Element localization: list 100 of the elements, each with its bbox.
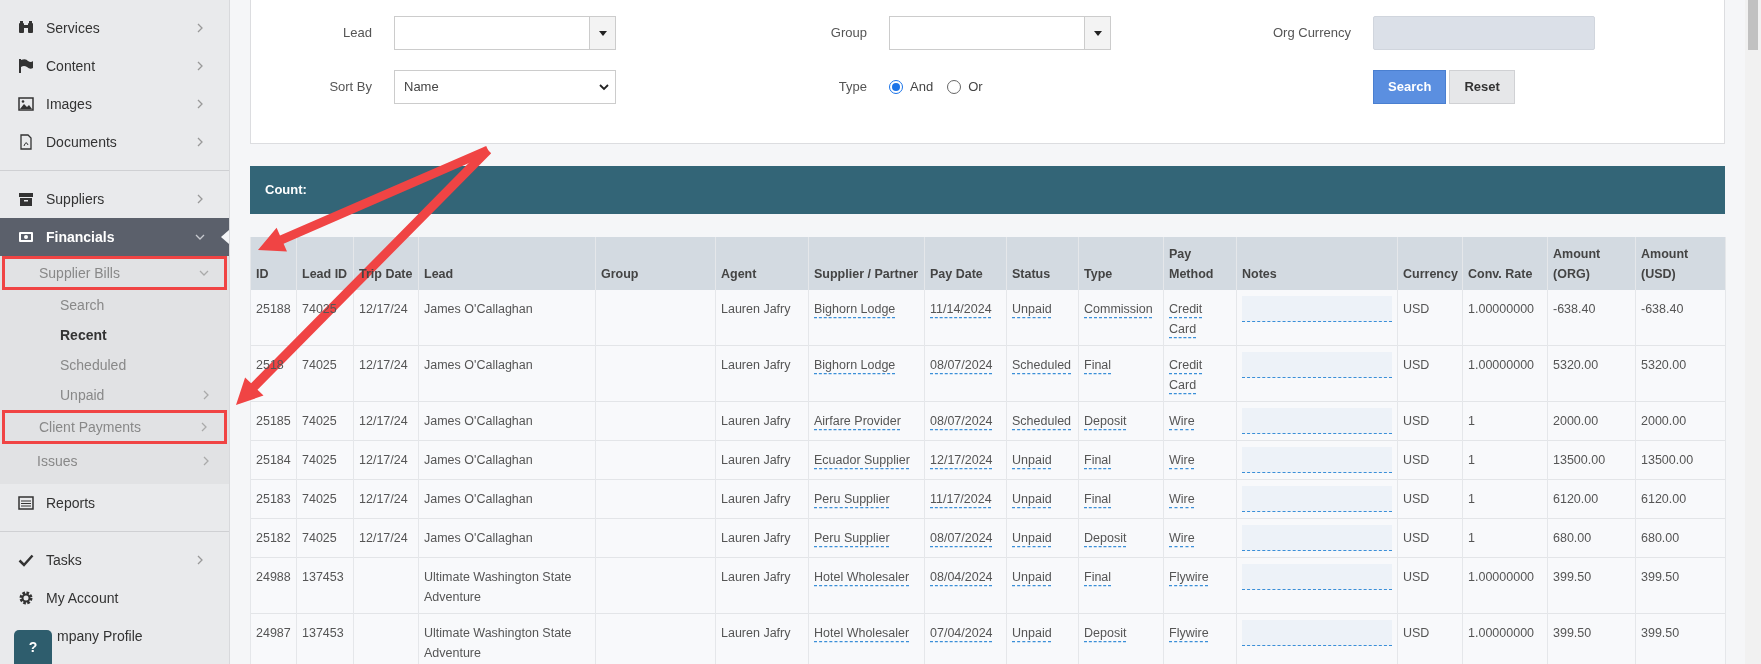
table-cell: 1 bbox=[1462, 401, 1548, 441]
caret-icon bbox=[598, 30, 607, 36]
dropdown-field[interactable] bbox=[394, 16, 616, 50]
sidebar-item[interactable]: Suppliers bbox=[0, 180, 229, 218]
table-cell: Lauren Jafry bbox=[715, 290, 809, 346]
editable-link[interactable]: 08/04/2024 bbox=[930, 567, 993, 587]
editable-link[interactable]: Wire bbox=[1169, 450, 1195, 470]
editable-link[interactable]: Hotel Wholesaler bbox=[814, 623, 910, 643]
table-cell: James O'Callaghan bbox=[418, 440, 596, 480]
table-cell: James O'Callaghan bbox=[418, 479, 596, 519]
chevron-down-icon bbox=[195, 232, 205, 242]
editable-link[interactable]: Unpaid bbox=[1012, 567, 1052, 587]
editable-link[interactable]: Hotel Wholesaler bbox=[814, 567, 910, 587]
table-cell: 1.00000000 bbox=[1462, 290, 1548, 346]
notes-field[interactable] bbox=[1242, 408, 1392, 434]
field-label: Group bbox=[829, 24, 868, 43]
table-cell: Ultimate Washington State Adventure bbox=[418, 613, 596, 664]
editable-link[interactable]: 08/07/2024 bbox=[930, 411, 993, 431]
sidebar-item[interactable]: Tasks bbox=[0, 541, 229, 579]
sidebar-item[interactable]: Financials bbox=[0, 218, 229, 256]
editable-link[interactable]: Credit Card bbox=[1169, 355, 1231, 395]
notes-field[interactable] bbox=[1242, 352, 1392, 378]
chevron-right-icon bbox=[195, 99, 205, 109]
submenu-item[interactable]: Recent bbox=[0, 320, 229, 350]
notes-field[interactable] bbox=[1242, 296, 1392, 322]
editable-link[interactable]: 11/17/2024 bbox=[930, 489, 992, 509]
table-cell: 25184 bbox=[250, 440, 297, 480]
chevron-right-icon bbox=[201, 390, 211, 400]
table-cell: 6120.00 bbox=[1635, 479, 1726, 519]
editable-link[interactable]: Flywire bbox=[1169, 623, 1209, 643]
sort-select[interactable]: Name bbox=[394, 70, 616, 104]
notes-field[interactable] bbox=[1242, 564, 1392, 590]
notes-field[interactable] bbox=[1242, 525, 1392, 551]
editable-link[interactable]: 08/07/2024 bbox=[930, 355, 993, 375]
editable-link[interactable]: Final bbox=[1084, 489, 1112, 509]
reset-button[interactable]: Reset bbox=[1449, 70, 1515, 104]
editable-link[interactable]: Deposit bbox=[1084, 623, 1127, 643]
sidebar-item[interactable]: Documents bbox=[0, 123, 229, 161]
dropdown-field[interactable] bbox=[889, 16, 1111, 50]
field-label: Type bbox=[837, 78, 868, 97]
editable-link[interactable]: 07/04/2024 bbox=[930, 623, 993, 643]
editable-link[interactable]: Scheduled bbox=[1012, 355, 1072, 375]
table-cell: USD bbox=[1397, 345, 1463, 402]
editable-link[interactable]: 12/17/2024 bbox=[930, 450, 993, 470]
editable-link[interactable]: Unpaid bbox=[1012, 489, 1052, 509]
sidebar-item[interactable]: Images bbox=[0, 85, 229, 123]
sidebar-item[interactable]: Services bbox=[0, 9, 229, 47]
table-cell: 399.50 bbox=[1547, 557, 1636, 614]
editable-link[interactable]: Bighorn Lodge bbox=[814, 299, 896, 319]
table-cell: Lauren Jafry bbox=[715, 479, 809, 519]
editable-link[interactable]: 08/07/2024 bbox=[930, 528, 993, 548]
editable-link[interactable]: Unpaid bbox=[1012, 299, 1052, 319]
editable-link[interactable]: Ecuador Supplier bbox=[814, 450, 910, 470]
sidebar-item[interactable]: Content bbox=[0, 47, 229, 85]
chevron-right-icon bbox=[195, 61, 205, 71]
editable-link[interactable]: Bighorn Lodge bbox=[814, 355, 896, 375]
chevron-right-icon bbox=[201, 456, 211, 466]
table-cell: 2000.00 bbox=[1547, 401, 1636, 441]
notes-field[interactable] bbox=[1242, 447, 1392, 473]
table-cell: Lauren Jafry bbox=[715, 440, 809, 480]
table-cell: 25183 bbox=[250, 479, 297, 519]
table-cell: Lauren Jafry bbox=[715, 345, 809, 402]
scrollbar[interactable] bbox=[1745, 0, 1761, 664]
editable-link[interactable]: Wire bbox=[1169, 489, 1195, 509]
help-button[interactable]: ? bbox=[14, 630, 52, 664]
editable-link[interactable]: Scheduled bbox=[1012, 411, 1072, 431]
notes-field[interactable] bbox=[1242, 486, 1392, 512]
sidebar-item[interactable]: Reports bbox=[0, 484, 229, 522]
notes-field[interactable] bbox=[1242, 620, 1392, 646]
editable-link[interactable]: Unpaid bbox=[1012, 623, 1052, 643]
table-cell: 6120.00 bbox=[1547, 479, 1636, 519]
radio-label[interactable]: And bbox=[910, 77, 934, 97]
editable-link[interactable]: Credit Card bbox=[1169, 299, 1231, 339]
editable-link[interactable]: 11/14/2024 bbox=[930, 299, 992, 319]
radio-label[interactable]: Or bbox=[968, 77, 983, 97]
count-label: Count: bbox=[265, 181, 307, 200]
editable-link[interactable]: Deposit bbox=[1084, 411, 1127, 431]
editable-link[interactable]: Wire bbox=[1169, 528, 1195, 548]
editable-link[interactable]: Commission bbox=[1084, 299, 1153, 319]
chevron-down-icon bbox=[599, 83, 609, 91]
editable-link[interactable]: Flywire bbox=[1169, 567, 1209, 587]
currency-field[interactable] bbox=[1373, 16, 1595, 50]
editable-link[interactable]: Final bbox=[1084, 450, 1112, 470]
table-cell: 1 bbox=[1462, 518, 1548, 558]
table-cell: 1.00000000 bbox=[1462, 557, 1548, 614]
chevron-right-icon bbox=[199, 422, 209, 432]
sidebar-item[interactable]: mpany Profile bbox=[57, 617, 229, 655]
editable-link[interactable]: Peru Supplier bbox=[814, 489, 890, 509]
editable-link[interactable]: Wire bbox=[1169, 411, 1195, 431]
sidebar-item[interactable]: My Account bbox=[0, 579, 229, 617]
editable-link[interactable]: Final bbox=[1084, 567, 1112, 587]
scrollbar-thumb[interactable] bbox=[1748, 0, 1758, 50]
editable-link[interactable]: Final bbox=[1084, 355, 1112, 375]
editable-link[interactable]: Deposit bbox=[1084, 528, 1127, 548]
editable-link[interactable]: Unpaid bbox=[1012, 528, 1052, 548]
editable-link[interactable]: Unpaid bbox=[1012, 450, 1052, 470]
table-cell: 12/17/24 bbox=[353, 479, 419, 519]
table-cell: Lauren Jafry bbox=[715, 557, 809, 614]
editable-link[interactable]: Peru Supplier bbox=[814, 528, 890, 548]
editable-link[interactable]: Airfare Provider bbox=[814, 411, 901, 431]
